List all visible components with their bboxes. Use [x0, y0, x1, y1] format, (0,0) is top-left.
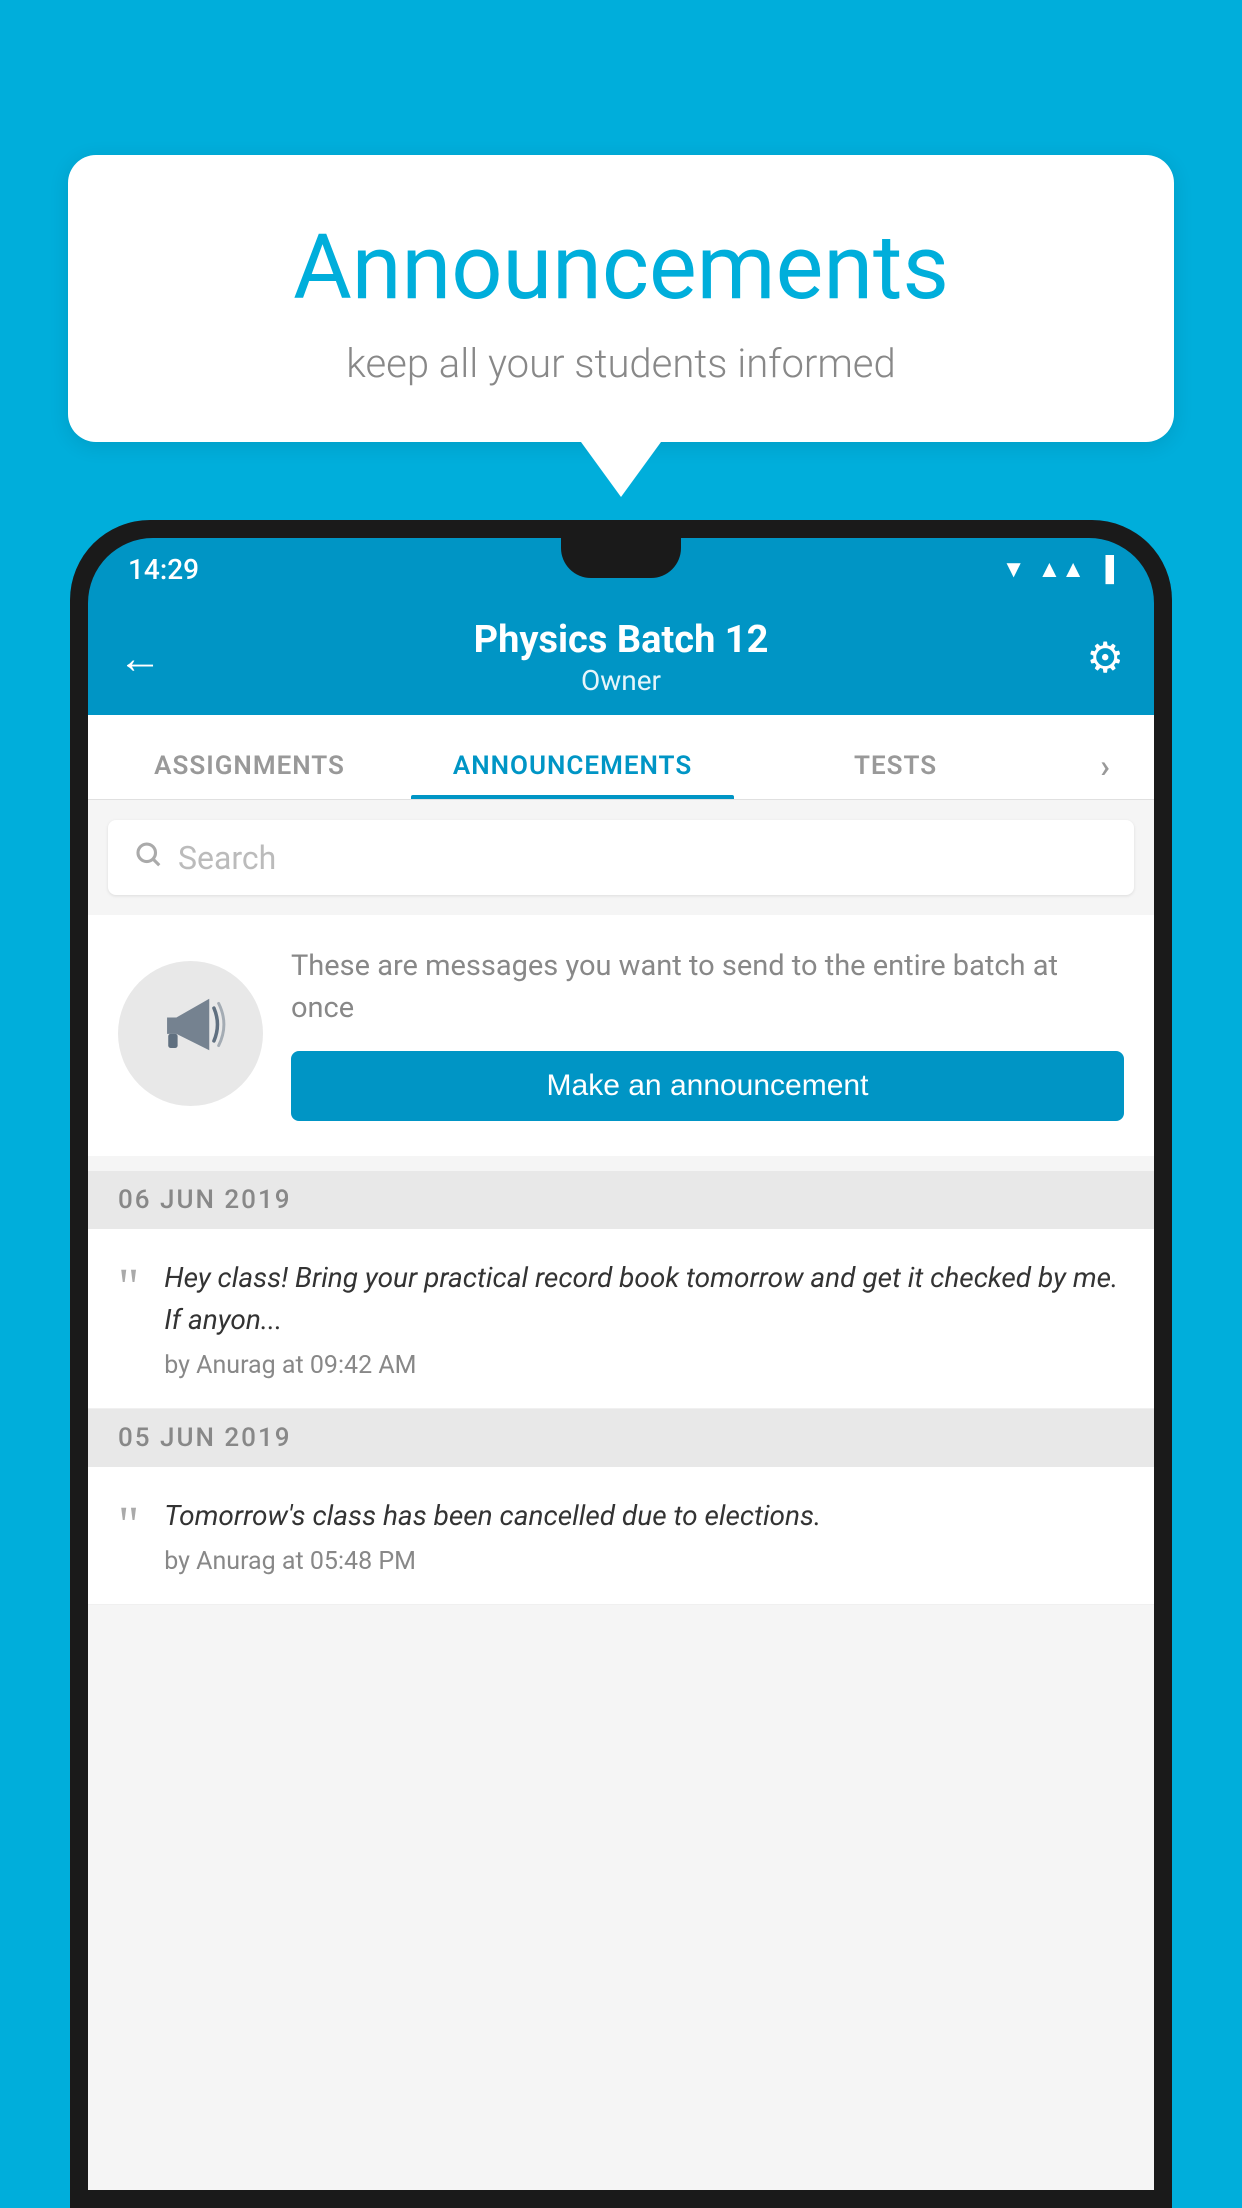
settings-icon[interactable]: ⚙	[1054, 633, 1124, 683]
speech-bubble-subtitle: keep all your students informed	[118, 340, 1124, 387]
status-icons: ▼ ▲▲ ▐	[1002, 555, 1114, 584]
megaphone-icon	[153, 987, 228, 1079]
speech-bubble-title: Announcements	[118, 215, 1124, 320]
battery-icon: ▐	[1097, 555, 1114, 584]
announcement-text-1: Hey class! Bring your practical record b…	[164, 1257, 1124, 1380]
make-announcement-button[interactable]: Make an announcement	[291, 1051, 1124, 1121]
date-label-2: 05 JUN 2019	[118, 1423, 292, 1453]
promo-card: These are messages you want to send to t…	[88, 915, 1154, 1156]
signal-icon: ▲▲	[1037, 555, 1085, 584]
tab-announcements[interactable]: ANNOUNCEMENTS	[411, 751, 734, 799]
app-bar-subtitle-text: Owner	[188, 664, 1054, 697]
promo-right: These are messages you want to send to t…	[291, 945, 1124, 1121]
speech-bubble-arrow	[581, 442, 661, 497]
app-bar: ← Physics Batch 12 Owner ⚙	[88, 600, 1154, 715]
search-placeholder: Search	[178, 839, 276, 877]
date-label-1: 06 JUN 2019	[118, 1185, 292, 1215]
search-icon	[133, 838, 163, 878]
speech-bubble-card: Announcements keep all your students inf…	[68, 155, 1174, 442]
tabs-bar: ASSIGNMENTS ANNOUNCEMENTS TESTS ›	[88, 715, 1154, 800]
status-bar: 14:29 ▼ ▲▲ ▐	[88, 538, 1154, 600]
quote-icon-2: "	[118, 1500, 139, 1552]
announcement-item-2[interactable]: " Tomorrow's class has been cancelled du…	[88, 1467, 1154, 1605]
announcement-author-2: by Anurag at 05:48 PM	[164, 1547, 1124, 1576]
content-area: Search These are messages you wan	[88, 800, 1154, 2190]
notch	[561, 538, 681, 578]
announcement-text-2: Tomorrow's class has been cancelled due …	[164, 1495, 1124, 1576]
search-bar[interactable]: Search	[108, 820, 1134, 895]
status-time: 14:29	[128, 553, 199, 586]
phone-frame: 14:29 ▼ ▲▲ ▐ ← Physics Batch 12 Owner ⚙ …	[70, 520, 1172, 2208]
announcement-message-1: Hey class! Bring your practical record b…	[164, 1257, 1124, 1341]
tab-assignments[interactable]: ASSIGNMENTS	[88, 751, 411, 799]
quote-icon-1: "	[118, 1262, 139, 1314]
speech-bubble-section: Announcements keep all your students inf…	[68, 155, 1174, 497]
promo-description: These are messages you want to send to t…	[291, 945, 1124, 1029]
date-divider-2: 05 JUN 2019	[88, 1409, 1154, 1467]
announcement-author-1: by Anurag at 09:42 AM	[164, 1351, 1124, 1380]
announcement-item-1[interactable]: " Hey class! Bring your practical record…	[88, 1229, 1154, 1409]
tab-tests[interactable]: TESTS	[734, 751, 1057, 799]
back-button[interactable]: ←	[118, 632, 188, 684]
app-bar-title: Physics Batch 12 Owner	[188, 618, 1054, 697]
tab-more[interactable]: ›	[1057, 747, 1154, 799]
phone-inner: 14:29 ▼ ▲▲ ▐ ← Physics Batch 12 Owner ⚙ …	[88, 538, 1154, 2190]
date-divider-1: 06 JUN 2019	[88, 1171, 1154, 1229]
wifi-icon: ▼	[1002, 555, 1026, 584]
announcement-message-2: Tomorrow's class has been cancelled due …	[164, 1495, 1124, 1537]
promo-icon-circle	[118, 961, 263, 1106]
app-bar-title-text: Physics Batch 12	[188, 618, 1054, 662]
